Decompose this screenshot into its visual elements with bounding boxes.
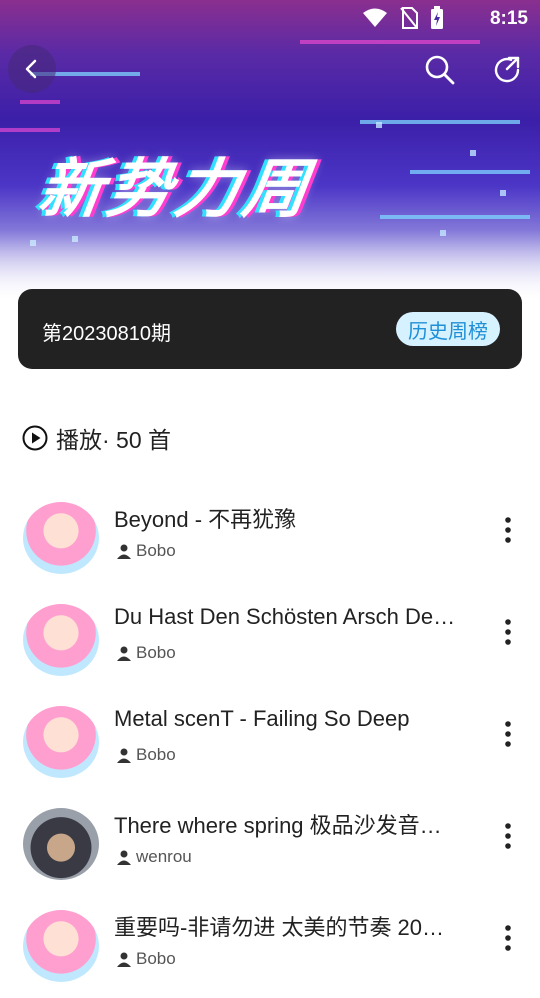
- song-title: Du Hast Den Schösten Arsch De…: [114, 604, 456, 629]
- more-vertical-icon: [505, 619, 511, 645]
- more-options-button[interactable]: [494, 714, 522, 754]
- artist-name: Bobo: [136, 541, 176, 560]
- play-circle-icon: [22, 425, 48, 451]
- period-card: 第20230810期 历史周榜: [18, 289, 522, 369]
- period-label: 第20230810期: [42, 323, 171, 345]
- more-options-button[interactable]: [494, 816, 522, 856]
- avatar: [23, 808, 99, 880]
- list-item[interactable]: Beyond - 不再犹豫 Bobo: [0, 488, 540, 590]
- history-chart-button[interactable]: 历史周榜: [396, 312, 500, 346]
- back-button[interactable]: [8, 45, 56, 93]
- artist-name: Bobo: [136, 643, 176, 662]
- wifi-icon: [363, 8, 387, 27]
- artist-name: Bobo: [136, 745, 176, 764]
- person-icon: [117, 544, 131, 559]
- list-item[interactable]: Metal scenT - Failing So Deep Bobo: [0, 692, 540, 794]
- banner: 新势力周: [0, 0, 540, 300]
- song-list: Beyond - 不再犹豫 Bobo Du Hast Den Schösten …: [0, 488, 540, 998]
- more-options-button[interactable]: [494, 918, 522, 958]
- avatar: [23, 706, 99, 778]
- search-icon: [425, 55, 455, 85]
- artist-row: Bobo: [116, 643, 176, 663]
- person-icon: [117, 952, 131, 967]
- list-item[interactable]: There where spring 极品沙发音… wenrou: [0, 794, 540, 896]
- artist-row: Bobo: [116, 949, 176, 969]
- artist-row: wenrou: [116, 847, 192, 867]
- no-sim-icon: [400, 7, 418, 29]
- artist-row: Bobo: [116, 745, 176, 765]
- avatar: [23, 502, 99, 574]
- back-chevron-icon: [25, 59, 37, 79]
- artist-row: Bobo: [116, 541, 176, 561]
- avatar: [23, 604, 99, 676]
- play-all-button[interactable]: 播放· 50 首: [22, 420, 171, 456]
- more-vertical-icon: [505, 823, 511, 849]
- list-item[interactable]: Du Hast Den Schösten Arsch De… Bobo: [0, 590, 540, 692]
- person-icon: [117, 646, 131, 661]
- song-title: 重要吗-非请勿进 太美的节奏 20…: [114, 915, 445, 940]
- person-icon: [117, 748, 131, 763]
- more-vertical-icon: [505, 721, 511, 747]
- more-vertical-icon: [505, 925, 511, 951]
- status-time: 8:15: [489, 8, 528, 29]
- song-title: Metal scenT - Failing So Deep: [114, 706, 410, 731]
- list-item[interactable]: 重要吗-非请勿进 太美的节奏 20… Bobo: [0, 896, 540, 998]
- battery-charging-icon: [431, 6, 443, 29]
- share-icon: [494, 56, 520, 83]
- more-options-button[interactable]: [494, 510, 522, 550]
- artist-name: wenrou: [136, 847, 192, 866]
- banner-title: 新势力周: [33, 153, 317, 227]
- play-all-label: 播放· 50 首: [56, 427, 172, 453]
- share-button[interactable]: [487, 50, 527, 90]
- song-title: Beyond - 不再犹豫: [114, 507, 297, 532]
- search-button[interactable]: [420, 50, 460, 90]
- more-options-button[interactable]: [494, 612, 522, 652]
- person-icon: [117, 850, 131, 865]
- avatar: [23, 910, 99, 982]
- status-bar: 8:15: [0, 0, 540, 36]
- more-vertical-icon: [505, 517, 511, 543]
- artist-name: Bobo: [136, 949, 176, 968]
- song-title: There where spring 极品沙发音…: [114, 813, 442, 838]
